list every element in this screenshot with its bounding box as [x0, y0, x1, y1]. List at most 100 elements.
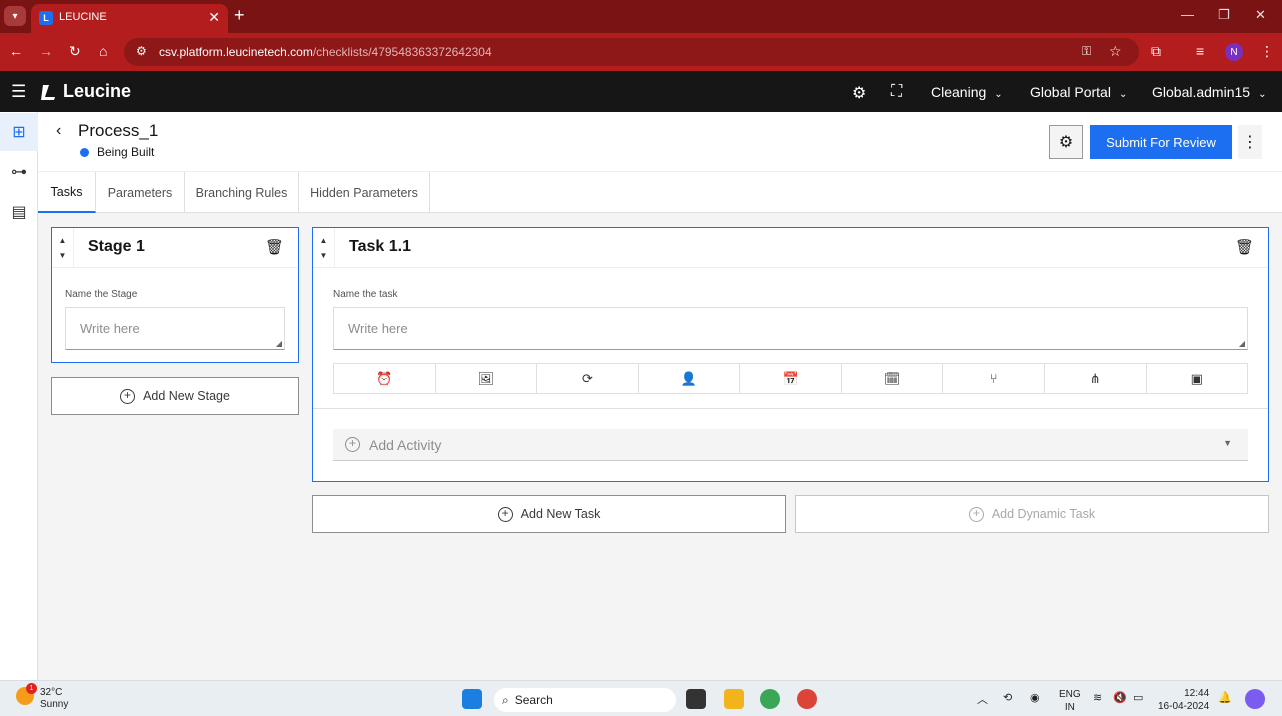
process-tabs: Tasks Parameters Branching Rules Hidden …	[38, 172, 1282, 213]
os-taskbar: 1 32°C Sunny ⌕ Search ︿ ⟲ ◉ ENG IN ≋ 🔇 ▭…	[0, 680, 1282, 716]
delete-task-icon[interactable]: 🗑	[1235, 238, 1254, 256]
left-rail: ⊞ ⊶ ▤	[0, 112, 38, 680]
tab-search-chevron-icon[interactable]: ▾	[4, 6, 26, 26]
more-options-icon[interactable]: ⋮	[1238, 125, 1262, 159]
browser-toolbar: ← → ↻ ⌂ ⚙ csv.platform.leucinetech.com/c…	[0, 33, 1282, 71]
due-date-icon[interactable]: 🗓	[842, 364, 944, 393]
timer-icon[interactable]: ⏰	[334, 364, 436, 393]
resize-handle-icon[interactable]: ◢	[1239, 339, 1245, 348]
task-card-header: ▲ ▼ Task 1.1 🗑	[313, 228, 1268, 268]
battery-icon[interactable]: ▭	[1133, 691, 1143, 704]
extensions-icon[interactable]: ⧉	[1151, 43, 1161, 60]
add-new-stage-button[interactable]: + Add New Stage	[51, 377, 299, 415]
browser-tab-active[interactable]: L LEUCINE ✕	[31, 4, 228, 33]
settings-gear-icon[interactable]: ⚙	[852, 83, 866, 103]
minimize-icon[interactable]: —	[1181, 7, 1194, 22]
password-key-icon[interactable]: ⚿	[1082, 44, 1091, 59]
tab-parameters[interactable]: Parameters	[96, 172, 185, 213]
task-reorder[interactable]: ▲ ▼	[313, 228, 335, 268]
system-clock[interactable]: 12:44 16-04-2024	[1158, 687, 1209, 713]
restore-icon[interactable]: ❐	[1218, 7, 1230, 23]
profile-avatar[interactable]: N	[1225, 43, 1243, 61]
brand-name: Leucine	[63, 81, 132, 101]
scan-qr-icon[interactable]: ⛶	[891, 83, 902, 101]
status-text: Being Built	[97, 145, 155, 159]
volume-muted-icon[interactable]: 🔇	[1113, 691, 1127, 704]
url-text: csv.platform.leucinetech.com/checklists/…	[159, 45, 492, 59]
recurrence-icon[interactable]: ⟳	[537, 364, 639, 393]
facility-dropdown[interactable]: Cleaning ⌄	[931, 84, 1003, 100]
branching-icon[interactable]: ⑂	[943, 364, 1045, 393]
add-new-task-button[interactable]: + Add New Task	[312, 495, 786, 533]
weather-widget[interactable]: 1 32°C Sunny	[16, 683, 69, 711]
task-view-icon[interactable]	[686, 689, 706, 709]
stage-reorder[interactable]: ▲ ▼	[52, 228, 74, 268]
move-down-icon[interactable]: ▼	[59, 251, 67, 260]
stage-card[interactable]: ▲ ▼ Stage 1 🗑 Name the Stage Write here …	[51, 227, 299, 363]
hamburger-menu-icon[interactable]: ☰	[11, 82, 26, 102]
stage-name-input[interactable]: Write here ◢	[65, 307, 285, 350]
schedule-icon[interactable]: 📅	[740, 364, 842, 393]
tab-tasks[interactable]: Tasks	[38, 172, 96, 213]
user-dropdown[interactable]: Global.admin15 ⌄	[1152, 84, 1266, 100]
move-up-icon[interactable]: ▲	[59, 236, 67, 245]
media-control-icon[interactable]: ≡	[1196, 43, 1204, 59]
address-bar[interactable]: ⚙ csv.platform.leucinetech.com/checklist…	[124, 38, 1139, 66]
process-builder-icon[interactable]: ⊞	[0, 113, 38, 151]
wifi-icon[interactable]: ≋	[1093, 691, 1102, 704]
browser-menu-icon[interactable]: ⋮	[1260, 43, 1274, 60]
add-dynamic-task-button[interactable]: + Add Dynamic Task	[795, 495, 1269, 533]
tab-hidden-parameters[interactable]: Hidden Parameters	[299, 172, 430, 213]
window-close-icon[interactable]: ✕	[1255, 7, 1266, 23]
process-settings-button[interactable]: ⚙	[1049, 125, 1083, 159]
hierarchy-icon[interactable]: ⊶	[0, 153, 38, 191]
portal-dropdown[interactable]: Global Portal ⌄	[1030, 84, 1127, 100]
show-hidden-icons-icon[interactable]: ︿	[977, 691, 988, 707]
task-name-input[interactable]: Write here ◢	[333, 307, 1248, 350]
site-info-icon[interactable]: ⚙	[136, 44, 147, 58]
language-indicator[interactable]: ENG IN	[1059, 688, 1081, 714]
back-arrow-icon[interactable]: ←	[9, 43, 23, 59]
notification-bell-icon[interactable]: 🔔	[1218, 691, 1232, 704]
interlock-icon[interactable]: ⋔	[1045, 364, 1147, 393]
status-dot-icon	[80, 147, 89, 157]
sync-icon[interactable]: ⟲	[1003, 691, 1012, 704]
weather-condition: Sunny	[40, 699, 69, 710]
reload-icon[interactable]: ↻	[69, 43, 81, 60]
windows-start-icon[interactable]	[462, 689, 482, 709]
resize-handle-icon[interactable]: ◢	[276, 339, 282, 348]
move-down-icon[interactable]: ▼	[320, 251, 328, 260]
submit-for-review-button[interactable]: Submit For Review	[1090, 125, 1232, 159]
task-name-placeholder: Write here	[348, 321, 408, 336]
leucine-logo[interactable]: Leucine	[40, 81, 131, 102]
media-icon[interactable]: 🖼	[436, 364, 538, 393]
add-circle-icon: +	[120, 388, 136, 404]
close-tab-icon[interactable]: ✕	[208, 9, 220, 26]
weather-alert-badge: 1	[26, 683, 37, 694]
add-activity-dropdown[interactable]: + Add Activity ▼	[333, 429, 1248, 461]
forward-arrow-icon[interactable]: →	[39, 43, 53, 59]
network-status-icon[interactable]: ◉	[1030, 691, 1040, 704]
divider	[313, 408, 1268, 409]
add-circle-icon: +	[497, 506, 513, 522]
file-explorer-icon[interactable]	[724, 689, 744, 709]
bookmark-star-icon[interactable]: ☆	[1109, 43, 1122, 60]
back-chevron-icon[interactable]: ‹	[56, 122, 61, 140]
copilot-icon[interactable]	[1245, 689, 1265, 709]
tab-branching-rules[interactable]: Branching Rules	[185, 172, 299, 213]
solution-icon[interactable]: ▣	[1147, 364, 1248, 393]
new-tab-icon[interactable]: +	[234, 5, 245, 26]
chrome-profile-icon[interactable]	[797, 689, 817, 709]
chevron-down-icon: ⌄	[1258, 89, 1267, 100]
move-up-icon[interactable]: ▲	[320, 236, 328, 245]
screen: ▾ L LEUCINE ✕ + — ❐ ✕ ← → ↻ ⌂ ⚙ csv.plat…	[0, 0, 1282, 716]
chrome-icon[interactable]	[760, 689, 780, 709]
delete-stage-icon[interactable]: 🗑	[265, 238, 284, 256]
region-code: IN	[1064, 702, 1075, 713]
assignee-icon[interactable]: 👤	[639, 364, 741, 393]
task-card[interactable]: ▲ ▼ Task 1.1 🗑 Name the task Write here …	[312, 227, 1269, 482]
taskbar-search[interactable]: ⌕ Search	[494, 688, 676, 712]
calculator-icon[interactable]: ▤	[0, 193, 38, 231]
home-icon[interactable]: ⌂	[99, 43, 107, 59]
browser-tabstrip: ▾ L LEUCINE ✕ + — ❐ ✕	[0, 0, 1282, 33]
